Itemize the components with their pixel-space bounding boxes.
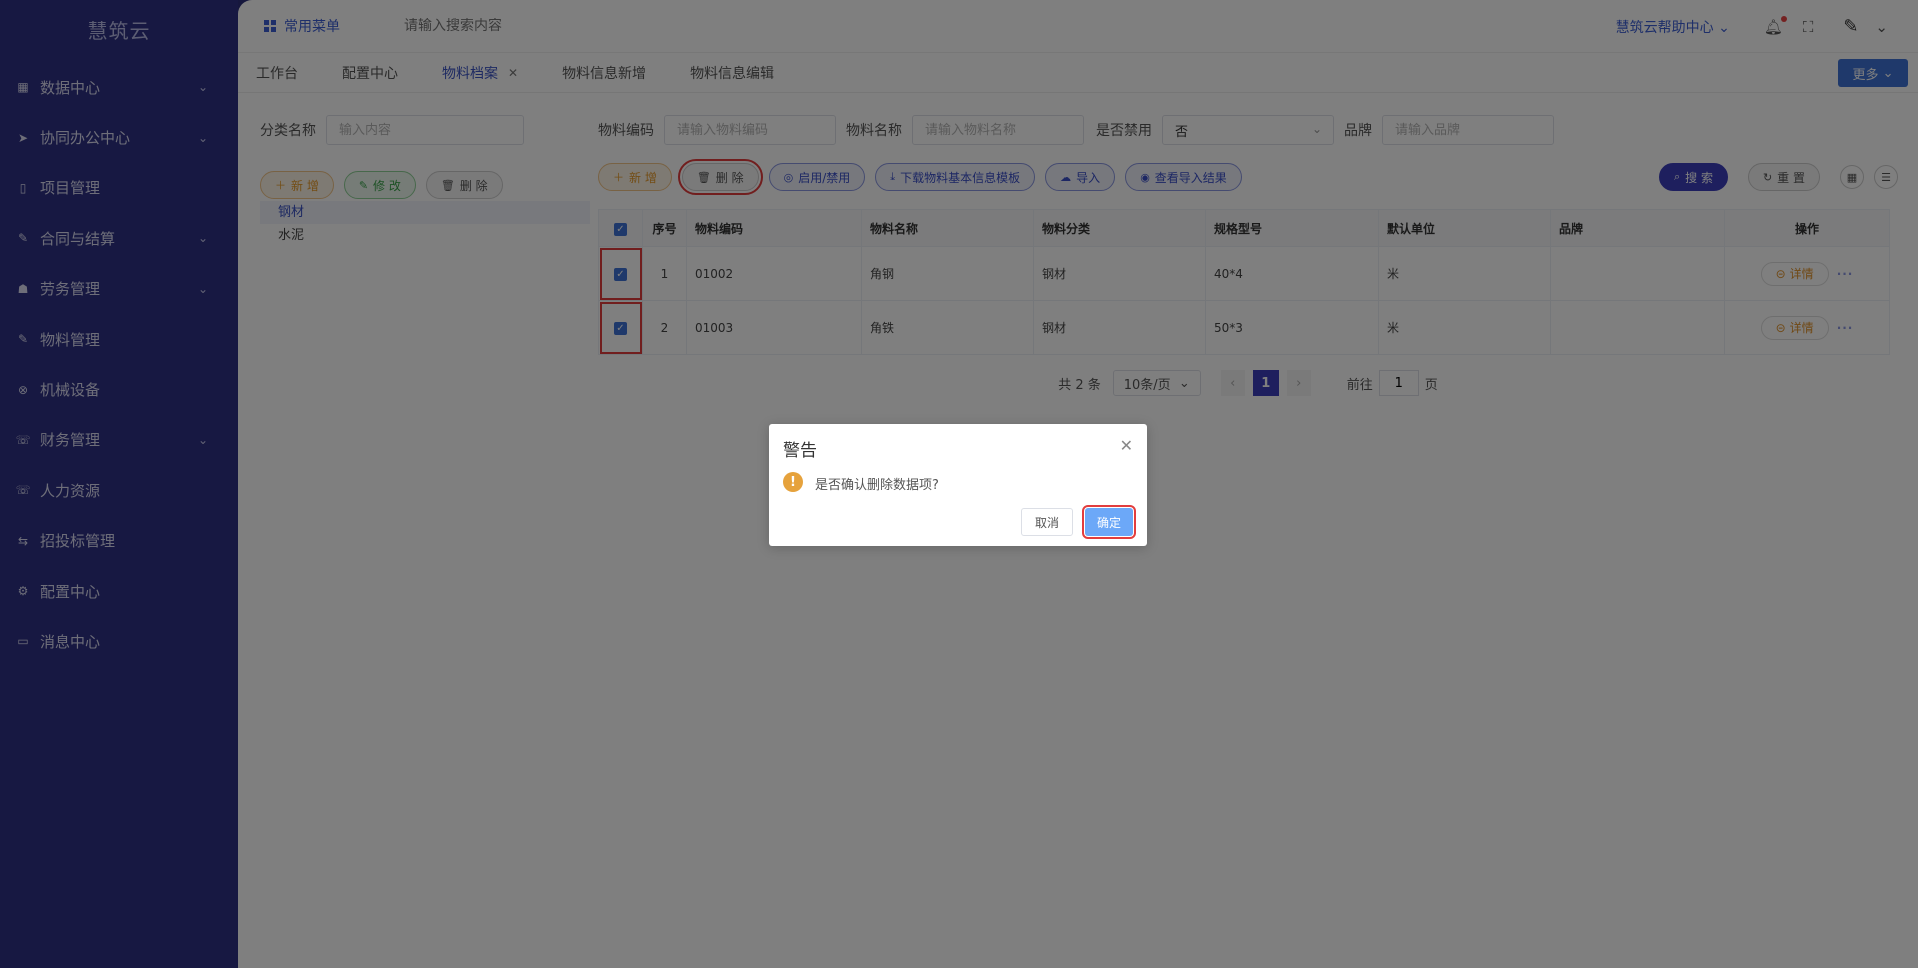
close-icon[interactable]: ✕ — [1120, 436, 1133, 455]
warning-icon: ! — [783, 472, 803, 492]
confirm-dialog: 警告 ✕ ! 是否确认删除数据项? 取消 确定 — [769, 424, 1147, 546]
cancel-button[interactable]: 取消 — [1021, 508, 1073, 536]
confirm-button[interactable]: 确定 — [1082, 505, 1136, 539]
dialog-title: 警告 — [783, 441, 817, 461]
dialog-message: 是否确认删除数据项? — [815, 478, 939, 493]
